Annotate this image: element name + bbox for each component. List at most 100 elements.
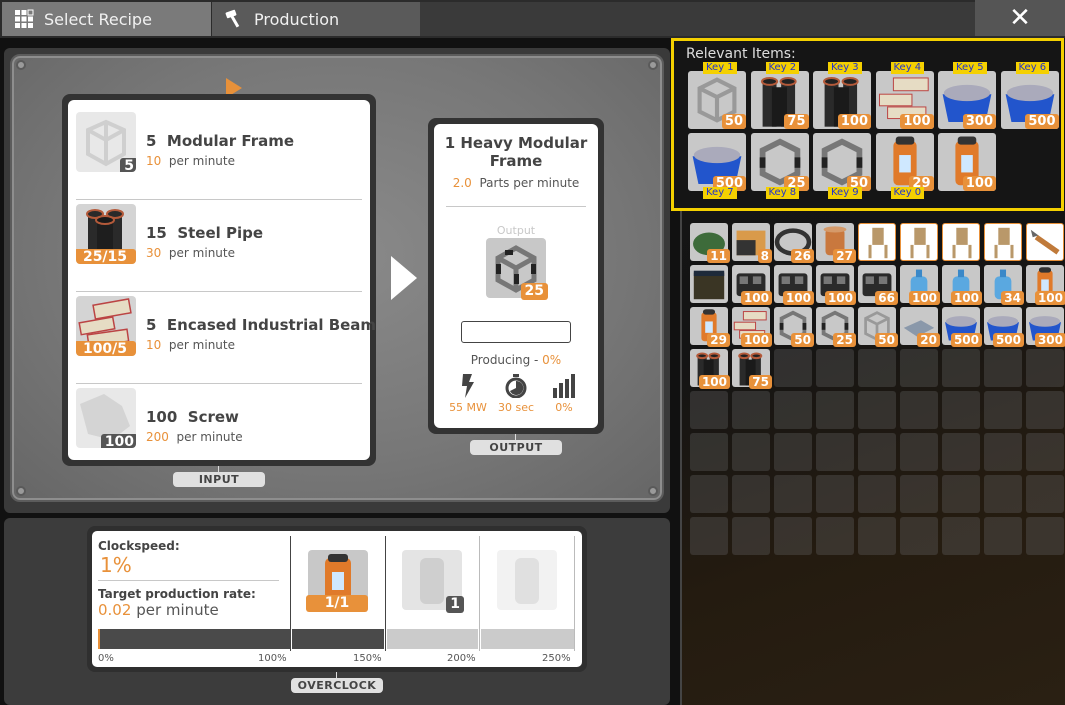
input-row[interactable]: 100/5 5 Encased Industrial Beam 10 per m… — [76, 292, 376, 384]
empty-inventory-slot[interactable] — [984, 433, 1022, 471]
relevant-item-slot[interactable]: 100 — [813, 71, 871, 129]
input-row[interactable]: 25/15 15 Steel Pipe 30 per minute — [76, 200, 362, 292]
empty-inventory-slot[interactable] — [942, 433, 980, 471]
inventory-item-slot[interactable] — [900, 223, 938, 261]
empty-inventory-slot[interactable] — [858, 349, 896, 387]
inventory-item-slot[interactable] — [690, 265, 728, 303]
empty-inventory-slot[interactable] — [858, 433, 896, 471]
inventory-item-slot[interactable]: 500 — [942, 307, 982, 347]
inventory-item-slot[interactable] — [984, 223, 1022, 261]
power-shard-slot[interactable]: 1 — [402, 550, 464, 613]
inventory-item-slot[interactable]: 100 — [942, 265, 982, 305]
relevant-item-slot[interactable]: 100 — [938, 133, 996, 191]
inventory-item-slot[interactable]: 11 — [690, 223, 730, 263]
tab-production[interactable]: Production — [212, 2, 420, 36]
item-count-badge: 300 — [962, 114, 996, 129]
empty-inventory-slot[interactable] — [858, 475, 896, 513]
inventory-item-slot[interactable]: 8 — [732, 223, 772, 263]
empty-inventory-slot[interactable] — [816, 391, 854, 429]
inventory-item-slot[interactable] — [1026, 223, 1064, 261]
inventory-item-slot[interactable]: 75 — [732, 349, 772, 389]
empty-inventory-slot[interactable] — [774, 391, 812, 429]
empty-inventory-slot[interactable] — [858, 517, 896, 555]
inventory-item-slot[interactable]: 25 — [816, 307, 856, 347]
inventory-item-slot[interactable]: 29 — [690, 307, 730, 347]
empty-inventory-slot[interactable] — [774, 349, 812, 387]
empty-inventory-slot[interactable] — [774, 517, 812, 555]
inventory-item-slot[interactable]: 100 — [1026, 265, 1065, 305]
empty-inventory-slot[interactable] — [690, 391, 728, 429]
empty-inventory-slot[interactable] — [1026, 433, 1064, 471]
inventory-item-slot[interactable]: 66 — [858, 265, 898, 305]
inventory-item-slot[interactable]: 50 — [774, 307, 814, 347]
relevant-item-slot[interactable]: 300 — [938, 71, 996, 129]
inventory-item-slot[interactable]: 100 — [900, 265, 940, 305]
empty-inventory-slot[interactable] — [942, 349, 980, 387]
empty-inventory-slot[interactable] — [1026, 349, 1064, 387]
empty-inventory-slot[interactable] — [816, 433, 854, 471]
empty-inventory-slot[interactable] — [690, 433, 728, 471]
inventory-item-slot[interactable]: 500 — [984, 307, 1024, 347]
empty-inventory-slot[interactable] — [942, 475, 980, 513]
empty-inventory-slot[interactable] — [984, 517, 1022, 555]
empty-inventory-slot[interactable] — [732, 517, 770, 555]
empty-inventory-slot[interactable] — [984, 349, 1022, 387]
relevant-item-slot[interactable]: 75 — [750, 71, 809, 129]
empty-inventory-slot[interactable] — [774, 433, 812, 471]
inventory-item-slot[interactable]: 34 — [984, 265, 1024, 305]
output-quantity-field[interactable] — [461, 321, 571, 343]
inventory-item-slot[interactable]: 20 — [900, 307, 940, 347]
inventory-item-slot[interactable]: 100 — [732, 307, 772, 347]
input-row[interactable]: 100 100 Screw 200 per minute — [76, 384, 362, 476]
power-shard-slot[interactable]: 1/1 — [306, 550, 368, 612]
relevant-item-slot[interactable]: 500 — [688, 133, 746, 191]
clock-bar-base[interactable] — [98, 629, 290, 649]
empty-inventory-slot[interactable] — [690, 517, 728, 555]
inventory-item-slot[interactable]: 100 — [690, 349, 730, 389]
power-shard-slot[interactable] — [497, 550, 557, 610]
inventory-item-slot[interactable]: 100 — [774, 265, 814, 305]
empty-inventory-slot[interactable] — [774, 475, 812, 513]
empty-inventory-slot[interactable] — [900, 517, 938, 555]
relevant-item-slot[interactable]: 500 — [1000, 71, 1059, 129]
tab-select-recipe[interactable]: Select Recipe — [2, 2, 211, 36]
empty-inventory-slot[interactable] — [816, 517, 854, 555]
empty-inventory-slot[interactable] — [732, 475, 770, 513]
relevant-item-slot[interactable]: 50 — [688, 71, 746, 129]
relevant-item-slot[interactable]: 25 — [750, 133, 809, 191]
power-stat: 55 MW — [444, 374, 492, 414]
inventory-item-slot[interactable]: 300 — [1026, 307, 1065, 347]
empty-inventory-slot[interactable] — [942, 391, 980, 429]
inventory-item-slot[interactable]: 50 — [858, 307, 898, 347]
empty-inventory-slot[interactable] — [900, 391, 938, 429]
empty-inventory-slot[interactable] — [942, 517, 980, 555]
inventory-item-slot[interactable]: 100 — [816, 265, 856, 305]
empty-inventory-slot[interactable] — [690, 475, 728, 513]
empty-inventory-slot[interactable] — [816, 349, 854, 387]
inventory-item-slot[interactable]: 100 — [732, 265, 772, 305]
divider — [98, 580, 279, 581]
input-row[interactable]: 5 5 Modular Frame 10 per minute — [76, 108, 362, 200]
inventory-item-slot[interactable] — [858, 223, 896, 261]
empty-inventory-slot[interactable] — [732, 391, 770, 429]
close-button[interactable]: ✕ — [975, 0, 1065, 36]
empty-inventory-slot[interactable] — [732, 433, 770, 471]
empty-inventory-slot[interactable] — [900, 475, 938, 513]
relevant-item-slot[interactable]: 29 — [875, 133, 934, 191]
empty-inventory-slot[interactable] — [900, 433, 938, 471]
empty-inventory-slot[interactable] — [984, 391, 1022, 429]
inventory-item-slot[interactable]: 26 — [774, 223, 814, 263]
output-slot[interactable]: 25 — [486, 238, 548, 300]
relevant-item-slot[interactable]: 100 — [875, 71, 934, 129]
empty-inventory-slot[interactable] — [900, 349, 938, 387]
inventory-item-slot[interactable]: 27 — [816, 223, 856, 263]
empty-inventory-slot[interactable] — [1026, 517, 1064, 555]
overclock-body: Clockspeed: 1% Target production rate: 0… — [92, 531, 582, 667]
inventory-item-slot[interactable] — [942, 223, 980, 261]
empty-inventory-slot[interactable] — [816, 475, 854, 513]
empty-inventory-slot[interactable] — [858, 391, 896, 429]
empty-inventory-slot[interactable] — [1026, 475, 1064, 513]
empty-inventory-slot[interactable] — [984, 475, 1022, 513]
empty-inventory-slot[interactable] — [1026, 391, 1064, 429]
relevant-item-slot[interactable]: 50 — [813, 133, 871, 191]
